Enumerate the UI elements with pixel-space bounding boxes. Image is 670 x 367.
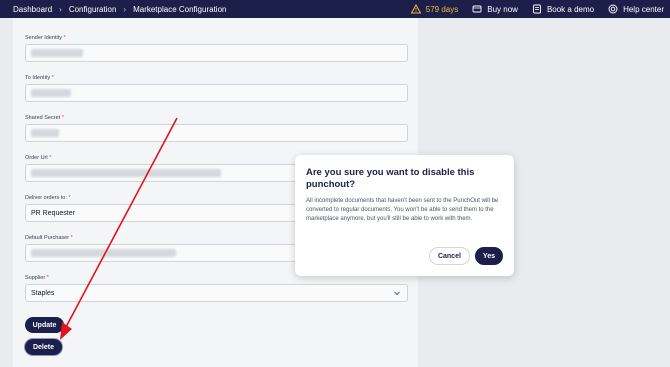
book-demo-label: Book a demo: [546, 4, 595, 14]
redacted-value: [31, 49, 83, 57]
lifebuoy-icon: [608, 4, 618, 14]
required-mark: *: [68, 195, 71, 201]
breadcrumb-configuration[interactable]: Configuration: [69, 5, 117, 14]
update-button[interactable]: Update: [25, 317, 64, 333]
buy-now-label: Buy now: [487, 4, 518, 14]
book-demo-button[interactable]: Book a demo: [532, 4, 594, 14]
shared-secret-label-text: Shared Secret: [25, 115, 61, 121]
help-center-label: Help center: [623, 4, 664, 14]
supplier-select[interactable]: Staples: [25, 284, 408, 302]
redacted-value: [31, 249, 176, 257]
shared-secret-label: Shared Secret *: [25, 115, 64, 121]
calendar-icon: [532, 4, 542, 14]
disable-punchout-dialog: Are you sure you want to disable this pu…: [295, 155, 514, 276]
redacted-value: [31, 169, 221, 177]
default-purchaser-label: Default Purchaser *: [25, 235, 73, 241]
order-url-label: Order Url *: [25, 155, 51, 161]
to-identity-label: To Identity *: [25, 75, 54, 81]
required-mark: *: [49, 155, 52, 161]
trial-days: 579 days: [425, 4, 459, 14]
to-identity-input[interactable]: [25, 84, 408, 102]
breadcrumb-marketplace-configuration: Marketplace Configuration: [133, 4, 227, 14]
buy-now-button[interactable]: Buy now: [472, 4, 518, 14]
delete-button[interactable]: Delete: [25, 339, 62, 355]
default-purchaser-label-text: Default Purchaser: [25, 235, 70, 241]
redacted-value: [31, 89, 71, 97]
chevron-down-icon[interactable]: [393, 289, 401, 297]
sender-identity-label: Sender Identity *: [25, 35, 66, 41]
dialog-message: All incomplete documents that haven't be…: [306, 198, 499, 222]
yes-button[interactable]: Yes: [474, 247, 503, 265]
required-mark: *: [46, 275, 49, 281]
supplier-label: Supplier *: [25, 275, 49, 281]
breadcrumb-dashboard[interactable]: Dashboard: [13, 5, 52, 14]
cancel-button[interactable]: Cancel: [428, 247, 470, 265]
trial-indicator[interactable]: 579 days: [410, 4, 459, 14]
order-url-label-text: Order Url: [25, 155, 48, 161]
supplier-label-text: Supplier: [25, 275, 46, 281]
top-bar: Dashboard › Configuration › Marketplace …: [0, 0, 670, 18]
to-identity-label-text: To Identity: [25, 75, 51, 81]
supplier-value: Staples: [31, 289, 55, 297]
warning-icon: [410, 4, 421, 14]
breadcrumb-separator-icon: ›: [59, 4, 62, 14]
required-mark: *: [70, 235, 73, 241]
deliver-orders-label-text: Deliver orders to:: [25, 195, 67, 201]
breadcrumb: Dashboard › Configuration › Marketplace …: [0, 5, 226, 14]
redacted-value: [31, 129, 59, 137]
required-mark: *: [51, 75, 54, 81]
breadcrumb-separator-icon: ›: [123, 4, 127, 14]
help-center-button[interactable]: Help center: [608, 4, 664, 14]
sender-identity-label-text: Sender Identity: [25, 35, 62, 41]
shared-secret-input[interactable]: [25, 124, 408, 142]
deliver-orders-value: PR Requester: [31, 209, 75, 217]
dialog-title: Are you sure you want to disable this pu…: [306, 167, 475, 190]
deliver-orders-label: Deliver orders to: *: [25, 195, 71, 201]
cart-icon: [472, 4, 482, 14]
required-mark: *: [61, 115, 64, 121]
sender-identity-input[interactable]: [25, 44, 408, 62]
required-mark: *: [63, 35, 66, 41]
